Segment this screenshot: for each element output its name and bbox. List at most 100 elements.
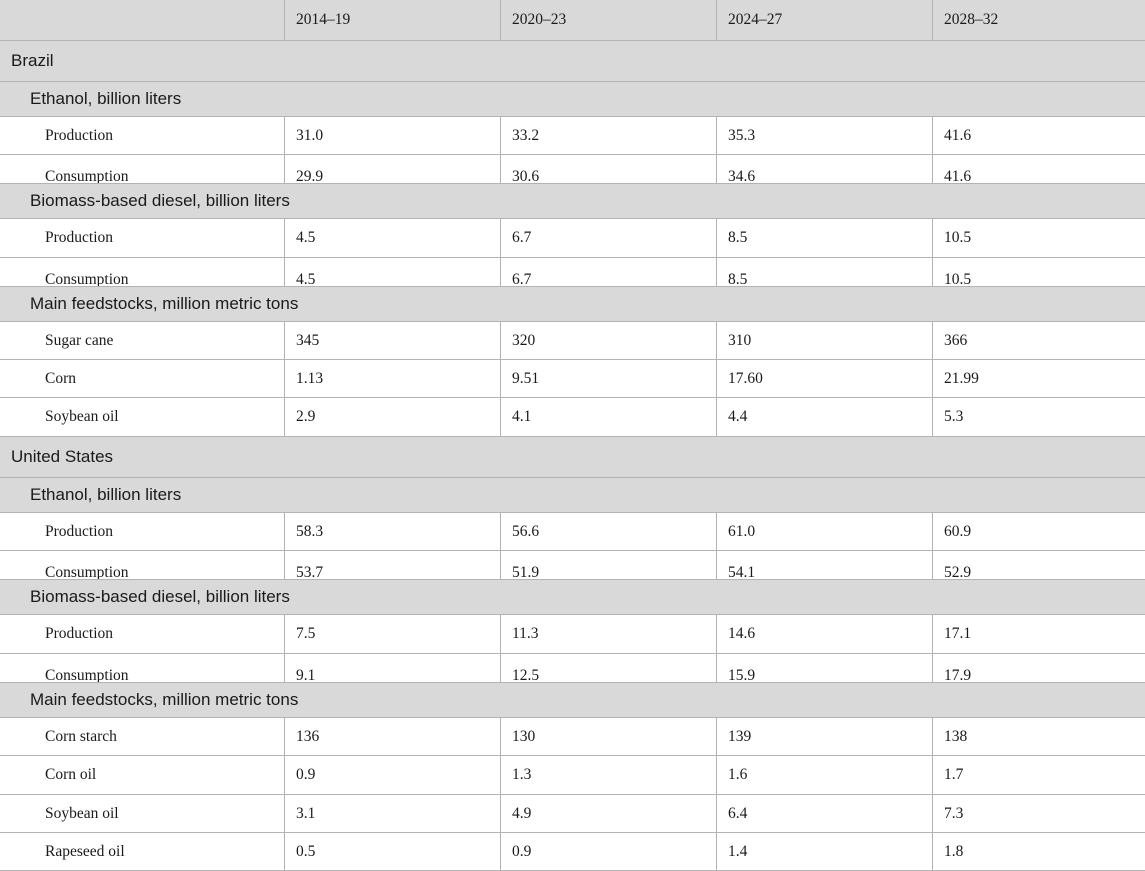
table-row: Consumption 4.5 6.7 8.5 10.5 xyxy=(0,257,1145,288)
row-label: Corn xyxy=(45,369,76,387)
value-cell: 54.1 xyxy=(716,551,933,581)
value-cell: 8.5 xyxy=(716,219,933,257)
table-row: Production 7.5 11.3 14.6 17.1 xyxy=(0,614,1145,653)
row-label-cell: Consumption xyxy=(0,258,285,288)
biofuel-table: 2014–19 2020–23 2024–27 2028–32 Brazil E… xyxy=(0,0,1145,871)
table-row: Soybean oil 2.9 4.1 4.4 5.3 xyxy=(0,397,1145,436)
value-cell: 1.7 xyxy=(932,756,1145,794)
value-cell: 58.3 xyxy=(284,513,501,550)
value-cell: 56.6 xyxy=(500,513,717,550)
value-cell: 2.9 xyxy=(284,398,501,436)
value-cell: 17.1 xyxy=(932,615,1145,653)
value-cell: 310 xyxy=(716,322,933,359)
value-cell: 366 xyxy=(932,322,1145,359)
section-row-brazil-diesel: Biomass-based diesel, billion liters xyxy=(0,183,1145,218)
value-cell: 1.13 xyxy=(284,360,501,397)
section-row-us-ethanol: Ethanol, billion liters xyxy=(0,477,1145,512)
value-cell: 5.3 xyxy=(932,398,1145,436)
value-cell: 11.3 xyxy=(500,615,717,653)
table-row: Corn 1.13 9.51 17.60 21.99 xyxy=(0,359,1145,397)
value-cell: 4.4 xyxy=(716,398,933,436)
header-cell-2014-19: 2014–19 xyxy=(284,0,501,40)
row-label: Production xyxy=(45,229,114,246)
value-cell: 130 xyxy=(500,718,717,755)
value-cell: 31.0 xyxy=(284,117,501,154)
row-label-cell: Consumption xyxy=(0,551,285,581)
value-cell: 136 xyxy=(284,718,501,755)
value-cell: 41.6 xyxy=(932,155,1145,185)
country-label: Brazil xyxy=(11,51,54,70)
value-cell: 6.7 xyxy=(500,258,717,288)
value-cell: 1.8 xyxy=(932,833,1145,870)
header-cell-2024-27: 2024–27 xyxy=(716,0,933,40)
value-cell: 0.9 xyxy=(500,833,717,870)
section-label: Biomass-based diesel, billion liters xyxy=(30,587,290,606)
row-label: Soybean oil xyxy=(45,804,119,822)
value-cell: 0.9 xyxy=(284,756,501,794)
value-cell: 30.6 xyxy=(500,155,717,185)
value-cell: 41.6 xyxy=(932,117,1145,154)
value-cell: 9.51 xyxy=(500,360,717,397)
row-label-cell: Consumption xyxy=(0,654,285,684)
value-cell: 1.4 xyxy=(716,833,933,870)
value-cell: 0.5 xyxy=(284,833,501,870)
value-cell: 4.9 xyxy=(500,795,717,832)
section-row-us-feedstocks: Main feedstocks, million metric tons xyxy=(0,682,1145,717)
table-row: Consumption 29.9 30.6 34.6 41.6 xyxy=(0,154,1145,185)
table-row: Sugar cane 345 320 310 366 xyxy=(0,321,1145,359)
row-label: Corn starch xyxy=(45,727,117,745)
section-label: Biomass-based diesel, billion liters xyxy=(30,191,290,210)
row-label: Production xyxy=(45,126,114,144)
table-row: Production 58.3 56.6 61.0 60.9 xyxy=(0,512,1145,550)
value-cell: 7.3 xyxy=(932,795,1145,832)
table-row: Production 4.5 6.7 8.5 10.5 xyxy=(0,218,1145,257)
value-cell: 14.6 xyxy=(716,615,933,653)
row-label: Production xyxy=(45,625,114,642)
value-cell: 6.4 xyxy=(716,795,933,832)
value-cell: 53.7 xyxy=(284,551,501,581)
section-row-brazil-ethanol: Ethanol, billion liters xyxy=(0,81,1145,116)
value-cell: 21.99 xyxy=(932,360,1145,397)
value-cell: 17.60 xyxy=(716,360,933,397)
value-cell: 4.5 xyxy=(284,258,501,288)
value-cell: 1.6 xyxy=(716,756,933,794)
value-cell: 15.9 xyxy=(716,654,933,684)
section-label: Ethanol, billion liters xyxy=(30,89,182,108)
section-row-us-diesel: Biomass-based diesel, billion liters xyxy=(0,579,1145,614)
value-cell: 10.5 xyxy=(932,258,1145,288)
value-cell: 10.5 xyxy=(932,219,1145,257)
row-label: Corn oil xyxy=(45,766,97,783)
value-cell: 345 xyxy=(284,322,501,359)
value-cell: 33.2 xyxy=(500,117,717,154)
value-cell: 3.1 xyxy=(284,795,501,832)
value-cell: 52.9 xyxy=(932,551,1145,581)
country-label: United States xyxy=(11,447,114,466)
value-cell: 35.3 xyxy=(716,117,933,154)
section-label: Ethanol, billion liters xyxy=(30,485,182,504)
value-cell: 12.5 xyxy=(500,654,717,684)
table-row: Soybean oil 3.1 4.9 6.4 7.3 xyxy=(0,794,1145,832)
value-cell: 139 xyxy=(716,718,933,755)
row-label: Production xyxy=(45,522,114,540)
header-cell-2028-32: 2028–32 xyxy=(932,0,1145,40)
value-cell: 8.5 xyxy=(716,258,933,288)
country-row-united-states: United States xyxy=(0,436,1145,477)
table-header-row: 2014–19 2020–23 2024–27 2028–32 xyxy=(0,0,1145,40)
value-cell: 4.5 xyxy=(284,219,501,257)
table-row: Corn starch 136 130 139 138 xyxy=(0,717,1145,755)
row-label: Soybean oil xyxy=(45,408,119,425)
value-cell: 17.9 xyxy=(932,654,1145,684)
value-cell: 7.5 xyxy=(284,615,501,653)
value-cell: 34.6 xyxy=(716,155,933,185)
value-cell: 60.9 xyxy=(932,513,1145,550)
section-row-brazil-feedstocks: Main feedstocks, million metric tons xyxy=(0,286,1145,321)
value-cell: 320 xyxy=(500,322,717,359)
table-row: Consumption 53.7 51.9 54.1 52.9 xyxy=(0,550,1145,581)
value-cell: 9.1 xyxy=(284,654,501,684)
value-cell: 61.0 xyxy=(716,513,933,550)
value-cell: 138 xyxy=(932,718,1145,755)
table-row: Consumption 9.1 12.5 15.9 17.9 xyxy=(0,653,1145,684)
section-label: Main feedstocks, million metric tons xyxy=(30,690,299,709)
country-row-brazil: Brazil xyxy=(0,40,1145,81)
value-cell: 4.1 xyxy=(500,398,717,436)
